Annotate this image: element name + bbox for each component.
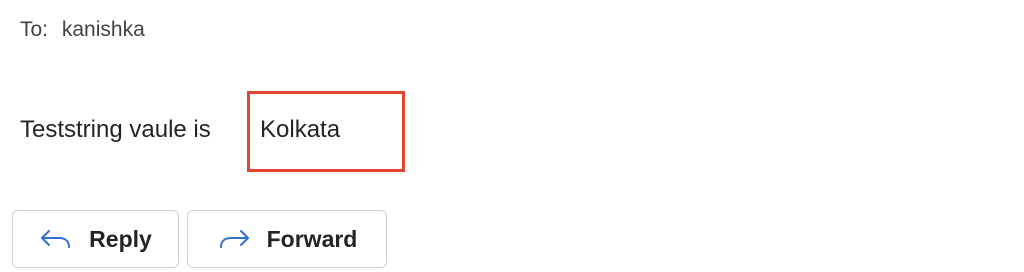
recipient-line: To: kanishka: [20, 18, 145, 42]
reply-button[interactable]: Reply: [12, 210, 179, 268]
message-body-text: Teststring vaule is: [20, 116, 211, 143]
reply-arrow-icon: [39, 227, 73, 251]
recipient-name[interactable]: kanishka: [62, 18, 145, 41]
email-preview: To: kanishka Teststring vaule is Kolkata…: [0, 0, 1024, 272]
reply-label: Reply: [89, 225, 152, 252]
forward-label: Forward: [266, 225, 358, 252]
highlighted-value: Kolkata: [260, 116, 341, 143]
forward-button[interactable]: Forward: [187, 210, 387, 268]
to-label: To:: [20, 18, 49, 41]
forward-arrow-icon: [217, 227, 251, 251]
